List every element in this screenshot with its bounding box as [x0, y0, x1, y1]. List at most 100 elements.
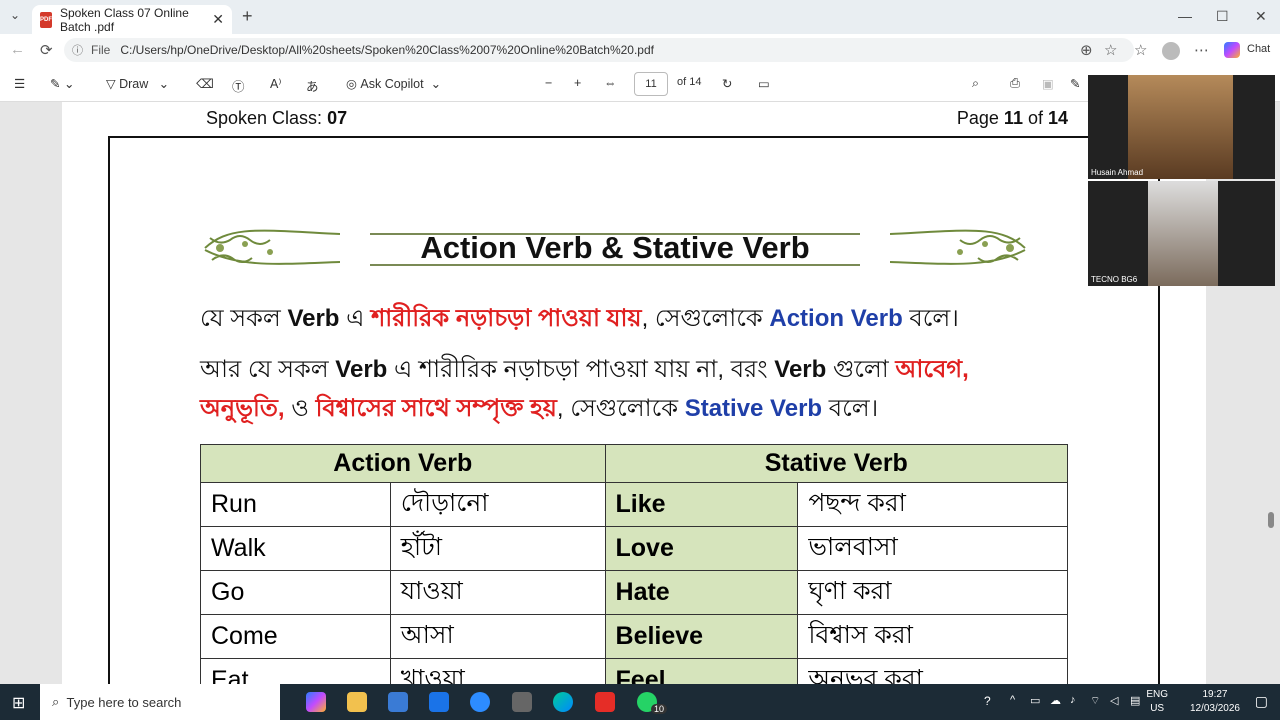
edit-icon[interactable]: ✎	[1070, 76, 1080, 91]
language-indicator[interactable]: ENG US	[1146, 688, 1168, 716]
clock-time: 19:27	[1202, 689, 1228, 700]
microphone-icon[interactable]: ♪	[1070, 694, 1076, 706]
file-scheme-label: File	[91, 43, 111, 57]
class-header-prefix: Spoken Class:	[206, 108, 328, 128]
edge-icon[interactable]	[553, 692, 573, 712]
clock-date: 12/03/2026	[1189, 703, 1240, 714]
cloud-icon[interactable]: ☁	[1050, 694, 1061, 707]
copilot-icon[interactable]	[1224, 42, 1240, 58]
youtube-icon[interactable]	[595, 692, 615, 712]
zoom-app-icon[interactable]	[470, 692, 490, 712]
highlight-blue: Action Verb	[769, 305, 903, 332]
maximize-icon[interactable]: ☐	[1216, 8, 1229, 25]
stative-verb-meaning-cell: পছন্দ করা	[797, 482, 1068, 527]
action-verb-cell: Go	[200, 570, 391, 615]
stative-verb-cell: Hate	[604, 570, 799, 615]
verb-table: Action Verb Stative Verb Run দৌড়ানো Like প…	[200, 444, 1069, 684]
action-verb-cell: Come	[200, 614, 391, 659]
file-explorer-icon[interactable]	[347, 692, 367, 712]
translate-icon[interactable]: あ	[306, 76, 319, 95]
class-number: 07	[327, 108, 348, 128]
zoom-out-icon[interactable]: −	[545, 76, 552, 90]
store-icon[interactable]	[388, 692, 408, 712]
draw-button[interactable]: ▽ Draw ⌄	[106, 76, 169, 92]
volume-icon[interactable]: ◁	[1110, 694, 1118, 707]
video-feed	[1128, 75, 1233, 179]
scrollbar-thumb[interactable]	[1268, 512, 1274, 528]
video-tile-2[interactable]: TECNO BG6	[1088, 181, 1275, 286]
page-header-current: 11	[1003, 108, 1023, 128]
browser-tab[interactable]: PDF Spoken Class 07 Online Batch .pdf ✕	[32, 5, 232, 34]
draw-icon: ▽	[106, 77, 120, 91]
copilot-chevron-icon: ⌄	[423, 77, 442, 91]
stative-verb-meaning-cell: ভালবাসা	[797, 526, 1068, 571]
page-view-icon[interactable]: ▭	[758, 76, 770, 91]
favorites-icon[interactable]: ☆	[1134, 41, 1147, 59]
page-number-input[interactable]: 11	[634, 72, 668, 96]
windows-start-icon[interactable]: ⊞	[12, 693, 25, 713]
title-banner: Action Verb & Stative Verb	[200, 220, 1030, 274]
highlight-red: অনুভূতি,	[200, 395, 285, 422]
contents-icon[interactable]: ☰	[14, 76, 25, 91]
close-tab-icon[interactable]: ✕	[212, 11, 224, 28]
print-icon[interactable]: ⎙	[1010, 76, 1020, 91]
help-icon[interactable]: ?	[984, 694, 991, 708]
action-verb-meaning-cell: দৌড়ানো	[389, 482, 606, 527]
action-verb-meaning-cell: খাওয়া	[389, 658, 606, 684]
battery-icon: ▭	[1030, 695, 1041, 707]
highlight-red: শারীরিক নড়াচড়া পাওয়া যায়	[371, 305, 642, 332]
outlook-icon[interactable]	[429, 692, 449, 712]
network-icon[interactable]: ▤	[1130, 694, 1140, 707]
action-verb-meaning-cell: আসা	[389, 614, 606, 659]
refresh-icon[interactable]: ⟳	[40, 41, 53, 59]
url-field[interactable]: ⓘ File C:/Users/hp/OneDrive/Desktop/All%…	[64, 38, 1134, 62]
notifications-icon[interactable]: ▢	[1255, 693, 1268, 710]
chat-label[interactable]: Chat	[1247, 43, 1270, 55]
browser-title-bar: ⌄ PDF Spoken Class 07 Online Batch .pdf …	[0, 0, 1280, 34]
eraser-icon[interactable]: ⌫	[196, 76, 214, 91]
more-menu-icon[interactable]: ⋯	[1194, 41, 1209, 59]
zoom-icon[interactable]: ⊕	[1080, 41, 1093, 59]
favorite-star-icon[interactable]: ☆	[1104, 41, 1117, 59]
video-tile-1[interactable]: Husain Ahmad	[1088, 75, 1275, 179]
back-icon[interactable]: ←	[10, 41, 25, 58]
save-icon[interactable]: ▣	[1042, 76, 1054, 91]
ask-copilot-label: Ask Copilot	[360, 76, 424, 91]
highlight-icon[interactable]: ✎ ⌄	[50, 76, 74, 91]
tab-list-chevron-icon[interactable]: ⌄	[10, 8, 20, 22]
pdf-page: Spoken Class: 07 Page 11 of 14 Action Ve…	[62, 102, 1206, 684]
wifi-icon[interactable]: ⌔	[1090, 694, 1100, 708]
taskbar: ⊞ ⌕ Type here to search 10 ? ^ ▭ ☁ ♪ ⌔ ◁…	[0, 684, 1280, 720]
add-text-icon[interactable]: Ⓣ	[232, 76, 245, 95]
system-clock[interactable]: 19:27 12/03/2026	[1190, 688, 1240, 716]
text-run: , সেগুলোকে	[641, 305, 770, 332]
search-placeholder: Type here to search	[66, 694, 182, 710]
rotate-icon[interactable]: ↻	[722, 76, 732, 91]
new-tab-icon[interactable]: +	[242, 6, 253, 27]
zoom-in-icon[interactable]: +	[574, 76, 581, 90]
copilot-app-icon[interactable]	[306, 692, 326, 712]
show-hidden-icons-icon[interactable]: ^	[1010, 694, 1015, 706]
close-window-icon[interactable]: ✕	[1255, 8, 1267, 25]
action-verb-meaning-cell: হাঁটা	[389, 526, 606, 571]
fit-page-icon[interactable]: ⇔	[604, 76, 617, 90]
read-aloud-icon[interactable]: A⁾	[270, 76, 281, 91]
participant-name: TECNO BG6	[1091, 275, 1138, 284]
stative-verb-cell: Believe	[604, 614, 799, 659]
ask-copilot-button[interactable]: ◎ Ask Copilot ⌄	[346, 76, 442, 92]
text-run: বলে।	[822, 395, 879, 422]
action-verb-definition: যে সকল Verb এ শারীরিক নড়াচড়া পাওয়া যা…	[200, 300, 959, 340]
address-bar-row: ← ⟳ ⓘ File C:/Users/hp/OneDrive/Desktop/…	[0, 34, 1280, 66]
text-run: গুলো	[826, 356, 896, 383]
stative-verb-cell: Feel	[604, 658, 799, 684]
taskbar-search[interactable]: ⌕ Type here to search	[40, 684, 280, 720]
stative-verb-meaning-cell: ঘৃণা করা	[797, 570, 1068, 615]
class-header: Spoken Class: 07	[206, 108, 347, 129]
minimize-icon[interactable]: —	[1178, 8, 1192, 24]
stative-verb-meaning-cell: অনুভব করা	[797, 658, 1068, 684]
page-total-label: of 14	[677, 76, 702, 88]
camera-icon[interactable]	[512, 692, 532, 712]
text-run: , সেগুলোকে	[556, 395, 685, 422]
profile-avatar[interactable]	[1162, 42, 1180, 60]
search-icon[interactable]: ⌕	[972, 76, 979, 91]
